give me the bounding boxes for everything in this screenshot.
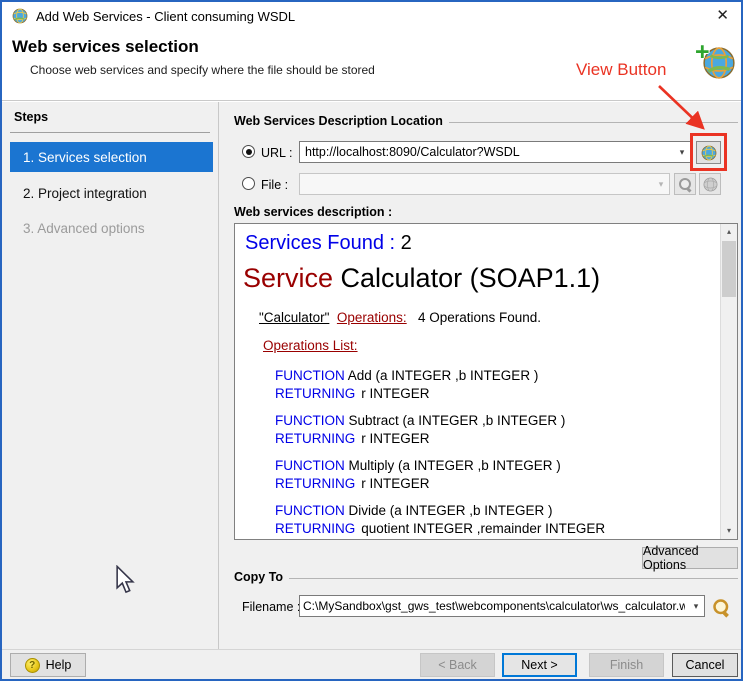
service-title-line: Service Calculator (SOAP1.1) xyxy=(243,263,720,294)
step-services-selection[interactable]: 1. Services selection xyxy=(10,142,213,172)
function-return: quotient INTEGER ,remainder INTEGER xyxy=(361,521,605,536)
function-return: r INTEGER xyxy=(361,431,429,446)
description-scrollbar[interactable]: ▴ ▾ xyxy=(720,224,737,539)
copy-to-group-header: Copy To xyxy=(234,570,738,584)
file-view-button xyxy=(699,173,721,195)
group-rule xyxy=(449,122,738,123)
view-button-annotation: View Button xyxy=(576,60,666,80)
wizard-dialog: Add Web Services - Client consuming WSDL… xyxy=(0,0,743,681)
help-label: Help xyxy=(46,658,72,672)
content-area: Steps 1. Services selection 2. Project i… xyxy=(2,102,741,649)
function-signature: Subtract (a INTEGER ,b INTEGER ) xyxy=(349,413,566,428)
function-return: r INTEGER xyxy=(361,386,429,401)
scrollbar-thumb[interactable] xyxy=(722,241,736,297)
help-button[interactable]: ? Help xyxy=(10,653,86,677)
step-1-label: 1. Services selection xyxy=(23,150,147,165)
function-entry-divide: FUNCTION Divide (a INTEGER ,b INTEGER ) … xyxy=(275,502,720,538)
location-group-header: Web Services Description Location xyxy=(234,114,738,128)
scroll-down-icon[interactable]: ▾ xyxy=(721,523,737,539)
disabled-globe-icon xyxy=(703,177,718,192)
browse-magnifier-icon xyxy=(678,177,692,191)
returning-keyword: RETURNING xyxy=(275,431,355,446)
services-found-line: Services Found : 2 xyxy=(245,232,720,255)
function-keyword: FUNCTION xyxy=(275,368,345,383)
location-group-title: Web Services Description Location xyxy=(234,114,443,128)
page-title: Web services selection xyxy=(12,37,199,57)
sidebar-divider xyxy=(218,102,219,649)
file-combobox: ▾ xyxy=(299,173,670,195)
operations-found-text: 4 Operations Found. xyxy=(418,310,541,325)
function-signature: Multiply (a INTEGER ,b INTEGER ) xyxy=(349,458,561,473)
close-icon[interactable]: ✕ xyxy=(716,7,729,25)
function-return: r INTEGER xyxy=(361,476,429,491)
function-entry-subtract: FUNCTION Subtract (a INTEGER ,b INTEGER … xyxy=(275,412,720,448)
function-keyword: FUNCTION xyxy=(275,413,345,428)
returning-keyword: RETURNING xyxy=(275,386,355,401)
steps-title: Steps xyxy=(14,110,48,124)
returning-keyword: RETURNING xyxy=(275,476,355,491)
advanced-options-button[interactable]: Advanced Options xyxy=(642,547,738,569)
steps-rule xyxy=(10,132,210,133)
filename-input[interactable] xyxy=(300,597,688,615)
next-button[interactable]: Next > xyxy=(502,653,577,677)
file-label: File : xyxy=(261,178,288,192)
cancel-button[interactable]: Cancel xyxy=(672,653,738,677)
title-bar: Add Web Services - Client consuming WSDL… xyxy=(2,2,741,30)
plus-badge-icon: + xyxy=(695,38,710,67)
url-input[interactable] xyxy=(300,143,674,161)
function-entry-add: FUNCTION Add (a INTEGER ,b INTEGER ) RET… xyxy=(275,367,720,403)
operations-summary-line: "Calculator" Operations: 4 Operations Fo… xyxy=(259,310,720,325)
page-subtitle: Choose web services and specify where th… xyxy=(30,63,375,77)
function-signature: Divide (a INTEGER ,b INTEGER ) xyxy=(349,503,553,518)
function-keyword: FUNCTION xyxy=(275,503,345,518)
step-advanced-options: 3. Advanced options xyxy=(23,221,145,236)
step-project-integration[interactable]: 2. Project integration xyxy=(23,186,147,201)
window-title: Add Web Services - Client consuming WSDL xyxy=(36,9,295,24)
services-found-label: Services Found : xyxy=(245,232,401,254)
filename-label: Filename : xyxy=(242,600,300,614)
app-globe-icon xyxy=(12,8,28,24)
services-found-count: 2 xyxy=(401,232,412,254)
url-radio[interactable] xyxy=(242,145,255,158)
file-browse-button xyxy=(674,173,696,195)
finish-button: Finish xyxy=(589,653,664,677)
operations-link[interactable]: Operations: xyxy=(337,310,407,325)
service-name: Calculator (SOAP1.1) xyxy=(333,263,600,293)
help-icon: ? xyxy=(25,658,40,673)
function-entry-multiply: FUNCTION Multiply (a INTEGER ,b INTEGER … xyxy=(275,457,720,493)
wizard-header: Web services selection Choose web servic… xyxy=(2,30,741,101)
url-dropdown-icon[interactable]: ▾ xyxy=(674,147,690,158)
file-dropdown-icon: ▾ xyxy=(653,179,669,190)
group-rule xyxy=(289,578,738,579)
returning-keyword: RETURNING xyxy=(275,521,355,536)
filename-dropdown-icon[interactable]: ▾ xyxy=(688,601,704,612)
service-word: Service xyxy=(243,263,333,293)
operations-list-link[interactable]: Operations List: xyxy=(263,338,720,353)
back-button: < Back xyxy=(420,653,495,677)
file-radio[interactable] xyxy=(242,177,255,190)
description-panel: Services Found : 2 Service Calculator (S… xyxy=(234,223,738,540)
file-input xyxy=(300,175,653,193)
function-keyword: FUNCTION xyxy=(275,458,345,473)
url-combobox: ▾ xyxy=(299,141,691,163)
copy-to-title: Copy To xyxy=(234,570,283,584)
description-content: Services Found : 2 Service Calculator (S… xyxy=(235,224,720,539)
scroll-up-icon[interactable]: ▴ xyxy=(721,224,737,240)
function-signature: Add (a INTEGER ,b INTEGER ) xyxy=(348,368,539,383)
filename-combobox: ▾ xyxy=(299,595,705,617)
url-label: URL : xyxy=(261,146,293,160)
description-label: Web services description : xyxy=(234,205,392,219)
calculator-link[interactable]: "Calculator" xyxy=(259,310,329,325)
annotation-highlight-box xyxy=(690,133,727,171)
